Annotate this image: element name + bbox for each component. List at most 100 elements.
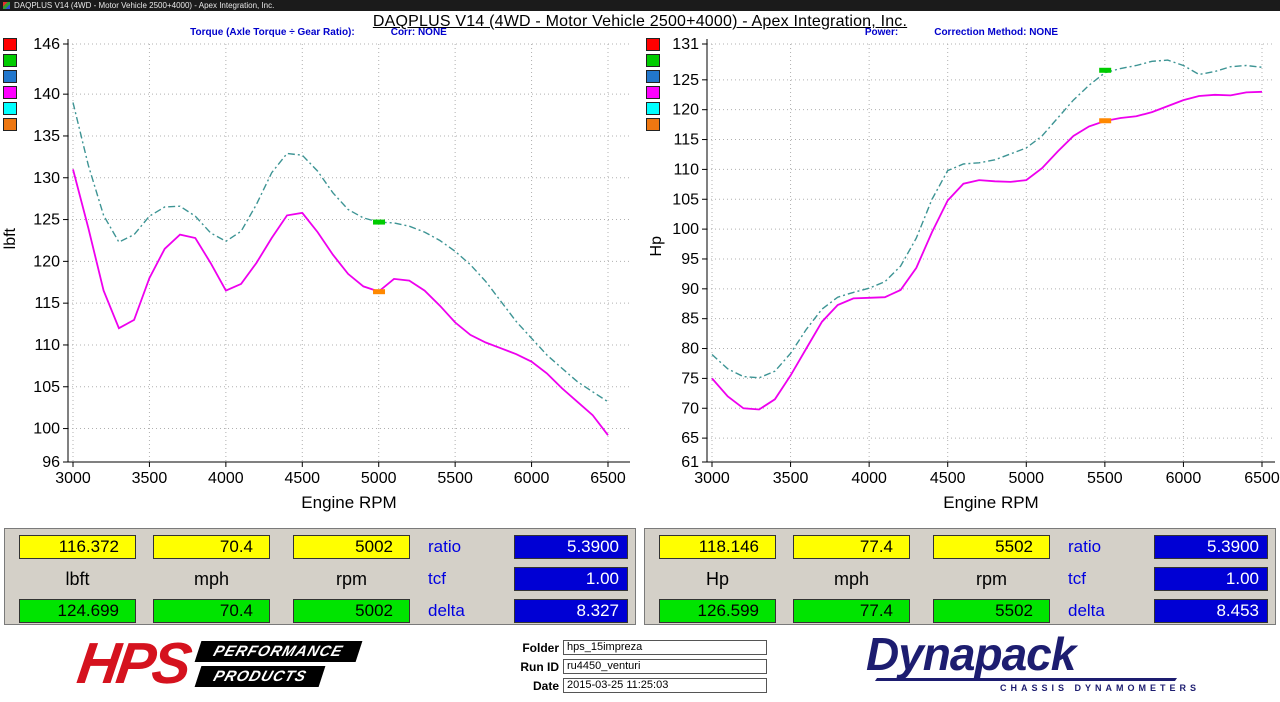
folder-row: Folder hps_15impreza xyxy=(505,640,767,655)
torque-rpm-unit-label: rpm xyxy=(293,567,410,591)
x-tick-label: 4000 xyxy=(851,470,887,487)
power-delta-label: delta xyxy=(1068,599,1134,623)
date-row: Date 2015-03-25 11:25:03 xyxy=(505,678,767,693)
torque-delta-value: 8.327 xyxy=(514,599,628,623)
run-id-label: Run ID xyxy=(505,660,559,674)
torque-plot-area[interactable]: 9610010511011512012513013514014630003500… xyxy=(0,34,637,526)
legend-swatch[interactable] xyxy=(3,118,17,131)
torque-correction-label: Corr: NONE xyxy=(391,27,447,38)
cursor-marker[interactable] xyxy=(373,289,385,294)
dynapack-logo: Dynapack CHASSIS DYNAMOMETERS xyxy=(866,630,1206,693)
y-tick-label: 125 xyxy=(33,212,60,229)
y-tick-label: 105 xyxy=(672,191,699,208)
cursor-marker[interactable] xyxy=(373,220,385,225)
legend-swatch[interactable] xyxy=(646,54,660,67)
y-tick-label: 120 xyxy=(33,253,60,270)
torque-compare-rpm-value: 5002 xyxy=(293,599,410,623)
y-tick-label: 65 xyxy=(681,430,699,447)
x-tick-label: 5000 xyxy=(1008,470,1044,487)
x-axis-title: Engine RPM xyxy=(943,493,1038,512)
torque-cursor-rpm-value: 5002 xyxy=(293,535,410,559)
legend-swatch[interactable] xyxy=(646,70,660,83)
dynapack-logo-text: Dynapack xyxy=(866,630,1206,678)
power-cursor-rpm-value: 5502 xyxy=(933,535,1050,559)
power-tcf-label: tcf xyxy=(1068,567,1134,591)
torque-delta-label: delta xyxy=(428,599,494,623)
power-rpm-unit-label: rpm xyxy=(933,567,1050,591)
run-id-field[interactable]: ru4450_venturi xyxy=(563,659,767,674)
y-tick-label: 100 xyxy=(33,421,60,438)
cursor-marker[interactable] xyxy=(1099,68,1111,73)
y-tick-label: 130 xyxy=(33,170,60,187)
hps-products-text: PRODUCTS xyxy=(195,666,326,687)
power-speed-unit-label: mph xyxy=(793,567,910,591)
torque-units-row: lbft mph rpm tcf 1.00 xyxy=(5,567,635,591)
y-tick-label: 135 xyxy=(33,128,60,145)
x-axis-title: Engine RPM xyxy=(301,493,396,512)
hps-logo-text: HPS xyxy=(74,634,193,694)
power-compare-row: 126.599 77.4 5502 delta 8.453 xyxy=(645,599,1275,623)
y-tick-label: 85 xyxy=(681,311,699,328)
torque-compare-value: 124.699 xyxy=(19,599,136,623)
legend-swatch[interactable] xyxy=(646,118,660,131)
y-tick-label: 146 xyxy=(33,36,60,53)
x-tick-label: 5500 xyxy=(437,470,473,487)
date-field[interactable]: 2015-03-25 11:25:03 xyxy=(563,678,767,693)
y-tick-label: 115 xyxy=(673,132,699,149)
power-delta-value: 8.453 xyxy=(1154,599,1268,623)
folder-field[interactable]: hps_15impreza xyxy=(563,640,767,655)
window-titlebar[interactable]: DAQPLUS V14 (4WD - Motor Vehicle 2500+40… xyxy=(0,0,1280,11)
legend-swatch[interactable] xyxy=(3,38,17,51)
x-tick-label: 4500 xyxy=(930,470,966,487)
legend-swatch[interactable] xyxy=(646,102,660,115)
power-ratio-value: 5.3900 xyxy=(1154,535,1268,559)
y-tick-label: 96 xyxy=(42,454,60,471)
power-readout-panel: 118.146 77.4 5502 ratio 5.3900 Hp mph rp… xyxy=(644,528,1276,625)
power-chart-title: Power: xyxy=(865,27,898,38)
power-run-legend xyxy=(646,38,660,131)
power-cursor-speed-value: 77.4 xyxy=(793,535,910,559)
torque-cursor-speed-value: 70.4 xyxy=(153,535,270,559)
power-plot-area[interactable]: 6165707580859095100105110115120125131300… xyxy=(643,34,1280,526)
dynapack-underline xyxy=(875,678,1177,681)
torque-chart-header: Torque (Axle Torque ÷ Gear Ratio): Corr:… xyxy=(0,27,637,38)
daqplus-app-window: DAQPLUS V14 (4WD - Motor Vehicle 2500+40… xyxy=(0,0,1280,702)
y-tick-label: 95 xyxy=(681,251,699,268)
power-unit-label: Hp xyxy=(659,567,776,591)
trace-compare-run-dashed xyxy=(73,103,608,402)
torque-readout-panel: 116.372 70.4 5002 ratio 5.3900 lbft mph … xyxy=(4,528,636,625)
legend-swatch[interactable] xyxy=(3,54,17,67)
power-chart-header: Power: Correction Method: NONE xyxy=(643,27,1280,38)
power-compare-speed-value: 77.4 xyxy=(793,599,910,623)
x-tick-label: 4000 xyxy=(208,470,244,487)
legend-swatch[interactable] xyxy=(646,86,660,99)
legend-swatch[interactable] xyxy=(3,102,17,115)
power-cursor-row: 118.146 77.4 5502 ratio 5.3900 xyxy=(645,535,1275,559)
x-tick-label: 5500 xyxy=(1087,470,1123,487)
y-tick-label: 125 xyxy=(672,72,699,89)
run-info-fields: Folder hps_15impreza Run ID ru4450_ventu… xyxy=(505,640,767,697)
y-tick-label: 140 xyxy=(33,86,60,103)
x-tick-label: 6000 xyxy=(1166,470,1202,487)
legend-swatch[interactable] xyxy=(3,86,17,99)
y-tick-label: 100 xyxy=(672,221,699,238)
torque-speed-unit-label: mph xyxy=(153,567,270,591)
y-tick-label: 120 xyxy=(672,102,699,119)
cursor-marker[interactable] xyxy=(1099,118,1111,123)
torque-compare-speed-value: 70.4 xyxy=(153,599,270,623)
power-tcf-value: 1.00 xyxy=(1154,567,1268,591)
x-tick-label: 5000 xyxy=(361,470,397,487)
x-tick-label: 6500 xyxy=(1244,470,1280,487)
date-label: Date xyxy=(505,679,559,693)
power-compare-rpm-value: 5502 xyxy=(933,599,1050,623)
y-tick-label: 90 xyxy=(681,281,699,298)
torque-y-axis-label: lbft xyxy=(2,228,20,249)
x-tick-label: 4500 xyxy=(284,470,320,487)
torque-run-legend xyxy=(3,38,17,131)
y-tick-label: 70 xyxy=(681,400,699,417)
torque-cursor-row: 116.372 70.4 5002 ratio 5.3900 xyxy=(5,535,635,559)
app-icon xyxy=(3,2,10,9)
x-tick-label: 6000 xyxy=(514,470,550,487)
legend-swatch[interactable] xyxy=(646,38,660,51)
legend-swatch[interactable] xyxy=(3,70,17,83)
